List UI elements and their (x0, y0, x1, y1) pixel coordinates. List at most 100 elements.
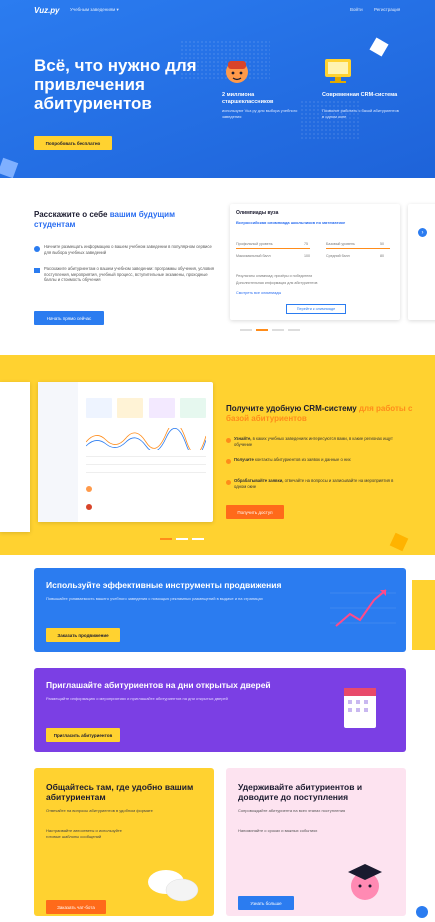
crm-chart (86, 428, 206, 450)
card-link[interactable]: Смотреть все олимпиады (236, 291, 281, 295)
pagination-dot[interactable] (192, 538, 204, 540)
open-days-panel: Приглашайте абитуриентов на дни открытых… (34, 668, 406, 752)
crm-screenshot (38, 382, 213, 522)
growth-chart-icon (330, 589, 396, 627)
crm-title-plain: Получите удобную CRM-систему (226, 404, 359, 413)
promo-text: Повышайте узнаваемость вашего учебного з… (46, 596, 263, 601)
crm-bullet-bold: Обрабатывайте заявки, (234, 478, 284, 483)
feature-title: 2 миллиона старшеклассников (222, 92, 274, 105)
decor-cube (369, 37, 389, 57)
crm-bullet-bold: Узнайте, (234, 436, 252, 441)
divider (326, 248, 390, 249)
card-line: Результаты олимпиад: призёры и победител… (236, 274, 313, 278)
feature-desc: используют Vuz.ру для выбора учебного за… (222, 108, 298, 119)
monitor-icon (322, 56, 356, 86)
card-row-label: Максимальный балл (236, 254, 271, 258)
chat-widget-icon[interactable] (416, 906, 428, 918)
olympiad-card: Олимпиады вуза Всероссийская олимпиада ш… (230, 204, 400, 320)
crm-bullet-text: в каких учебных заведениях интересуются … (234, 436, 393, 447)
carousel-next-icon[interactable]: › (418, 228, 427, 237)
promo-title: Используйте эффективные инструменты прод… (46, 580, 282, 590)
calendar-icon (344, 688, 376, 728)
retain-title: Удерживайте абитуриентов и доводите до п… (238, 782, 363, 802)
decor-dots (300, 100, 360, 140)
about-bullet: Начните размещать информацию о вашем уче… (44, 244, 212, 255)
decor-strip (412, 580, 435, 650)
feature-title: Современная CRM-система (322, 92, 398, 98)
card-button[interactable]: Перейти к олимпиаде (286, 304, 346, 314)
next-card-preview (408, 204, 435, 320)
chat-panel: Общайтесь там, где удобно вашим абитурие… (34, 768, 214, 916)
card-row-value: 80 (380, 254, 384, 258)
crm-bullet: Получите контакты абитуриентов из заявок… (234, 457, 404, 463)
bullet-icon (226, 438, 231, 443)
pagination-dot[interactable] (160, 538, 172, 540)
open-days-text: Размещайте информацию о мероприятиях и п… (46, 696, 228, 701)
learn-more-button[interactable]: Узнать больше (238, 896, 294, 910)
chat-bubbles-icon (148, 870, 199, 902)
crm-bullet: Обрабатывайте заявки, отвечайте на вопро… (234, 478, 404, 489)
bullet-icon (226, 480, 231, 485)
login-link[interactable]: Войти (350, 7, 363, 12)
get-access-button[interactable]: Получить доступ (226, 505, 284, 519)
crm-bullet: Узнайте, в каких учебных заведениях инте… (234, 436, 404, 447)
crm-stats (86, 398, 206, 424)
pagination-dot[interactable] (240, 329, 252, 331)
chat-text: Отвечайте на вопросы абитуриентов в удоб… (46, 808, 153, 813)
bullet-icon (34, 268, 40, 273)
pagination-dot[interactable] (272, 329, 284, 331)
card-row-label: Базовый уровень (326, 242, 355, 246)
graduate-avatar-icon (348, 864, 382, 900)
divider (86, 456, 206, 457)
open-days-title: Приглашайте абитуриентов на дни открытых… (46, 680, 271, 690)
pagination-dot[interactable] (288, 329, 300, 331)
crm-bullet-bold: Получите (234, 457, 254, 462)
chat-text: Настраивайте автоответы и используйте го… (46, 828, 122, 839)
crm-title: Получите удобную CRM-систему для работы … (226, 404, 416, 424)
avatar (86, 504, 92, 510)
feature-desc: Позволит работать с базой абитуриентов в… (322, 108, 399, 119)
crm-sidebar (38, 382, 78, 522)
menu-dropdown[interactable]: Учебным заведениям ▾ (70, 7, 119, 13)
card-title: Олимпиады вуза (236, 210, 279, 216)
crm-stat (86, 398, 112, 418)
card-row-value: 75 (304, 242, 308, 246)
pagination-dot[interactable] (176, 538, 188, 540)
card-row-value: 100 (304, 254, 310, 258)
crm-stat (148, 398, 175, 418)
try-free-button[interactable]: Попробовать бесплатно (34, 136, 112, 150)
pagination-dot[interactable] (256, 329, 268, 331)
card-line: Дополнительная информация для абитуриент… (236, 281, 318, 285)
card-row-label: Средний балл (326, 254, 350, 258)
invite-applicants-button[interactable]: Пригласить абитуриентов (46, 728, 120, 742)
bullet-icon (34, 246, 40, 252)
order-promotion-button[interactable]: Заказать продвижение (46, 628, 120, 642)
divider (236, 248, 310, 249)
card-row-value: 50 (380, 242, 384, 246)
retain-text: Напоминайте о сроках и важных событиях (238, 828, 318, 833)
chat-title: Общайтесь там, где удобно вашим абитурие… (46, 782, 194, 802)
start-now-button[interactable]: Начать прямо сейчас (34, 311, 104, 325)
promo-panel: Используйте эффективные инструменты прод… (34, 568, 406, 652)
crm-bullet-text: контакты абитуриентов из заявок и данные… (254, 457, 351, 462)
avatar (86, 486, 92, 492)
decor-cube (0, 157, 19, 178)
bullet-icon (226, 459, 231, 464)
crm-stat (179, 398, 206, 418)
card-row-label: Профильный уровень (236, 242, 273, 246)
divider (86, 464, 206, 465)
about-title-plain: Расскажите о себе (34, 210, 110, 219)
hero-title: Всё, что нужно для привлечения абитуриен… (34, 56, 197, 113)
crm-stat (117, 398, 144, 418)
top-bar: Vuz.ру Учебным заведениям ▾ Войти Регист… (0, 0, 435, 22)
order-chatbot-button[interactable]: Заказать чат-бота (46, 900, 106, 914)
about-bullet: Расскажите абитуриентам о вашем учебном … (44, 266, 214, 282)
student-avatar-icon (222, 56, 252, 86)
about-title: Расскажите о себе вашим будущим студента… (34, 210, 214, 230)
signup-link[interactable]: Регистрация (374, 7, 400, 12)
crm-prev-preview (0, 382, 30, 532)
retain-panel: Удерживайте абитуриентов и доводите до п… (226, 768, 406, 916)
logo[interactable]: Vuz.ру (34, 6, 59, 15)
hero-section: Vuz.ру Учебным заведениям ▾ Войти Регист… (0, 0, 435, 178)
divider (86, 472, 206, 473)
